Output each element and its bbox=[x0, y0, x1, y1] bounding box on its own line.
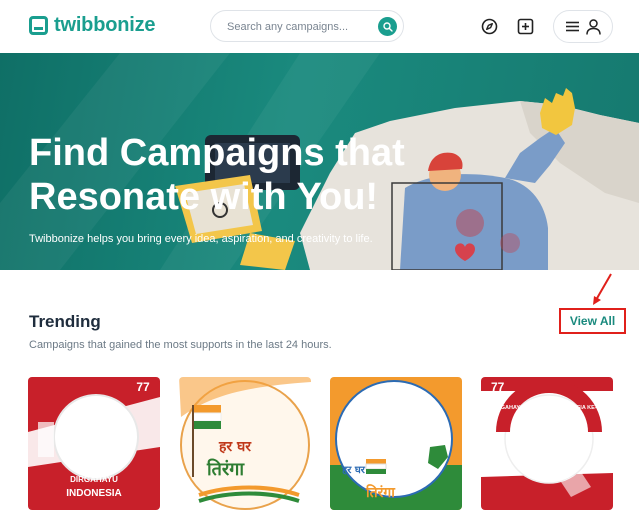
campaign-card[interactable]: हर घर तिरंगा bbox=[179, 377, 311, 510]
trending-subtitle: Campaigns that gained the most supports … bbox=[29, 339, 332, 351]
card-badge: 77 bbox=[491, 380, 505, 394]
search-button[interactable] bbox=[378, 17, 397, 36]
card-label: तिरंगा bbox=[365, 484, 396, 501]
user-icon bbox=[585, 18, 601, 35]
hero-banner: Find Campaigns that Resonate with You! T… bbox=[0, 53, 639, 270]
annotation-arrow bbox=[593, 273, 612, 305]
search-input[interactable] bbox=[227, 18, 367, 36]
logo[interactable]: twibbonize bbox=[29, 14, 156, 37]
hero-title-line-2: Resonate with You! bbox=[29, 176, 379, 218]
card-badge: 77 bbox=[136, 380, 150, 394]
account-menu-button[interactable] bbox=[553, 10, 613, 43]
logo-icon bbox=[29, 16, 48, 35]
card-label: DIRGAHAYU REPUBLIK INDONESIA KE-77 bbox=[491, 405, 602, 411]
view-all-link[interactable]: View All bbox=[559, 308, 626, 334]
campaign-thumbnail: 77 DIRGAHAYU INDONESIA bbox=[28, 377, 160, 510]
campaign-card[interactable]: हर घर तिरंगा bbox=[330, 377, 462, 510]
campaign-thumbnail: हर घर तिरंगा bbox=[179, 377, 311, 510]
campaign-thumbnail: हर घर तिरंगा bbox=[330, 377, 462, 510]
logo-text: twibbonize bbox=[54, 14, 156, 36]
hero-title: Find Campaigns that Resonate with You! bbox=[29, 131, 405, 219]
campaign-thumbnail: 77 DIRGAHAYU REPUBLIK INDONESIA KE-77 bbox=[481, 377, 613, 510]
hamburger-icon bbox=[565, 21, 579, 32]
card-label: तिरंगा bbox=[206, 458, 245, 480]
search-bar bbox=[210, 10, 404, 42]
campaign-card[interactable]: 77 DIRGAHAYU REPUBLIK INDONESIA KE-77 bbox=[481, 377, 613, 510]
card-label: INDONESIA bbox=[66, 488, 122, 499]
compass-icon bbox=[481, 18, 497, 34]
card-label: हर घर bbox=[341, 465, 366, 476]
hero-title-line-1: Find Campaigns that bbox=[29, 132, 405, 174]
search-icon bbox=[382, 21, 393, 32]
top-header: twibbonize bbox=[0, 0, 639, 53]
card-label: हर घर bbox=[218, 439, 252, 455]
create-campaign-button[interactable] bbox=[515, 16, 535, 36]
trending-title: Trending bbox=[29, 312, 101, 331]
card-label: DIRGAHAYU bbox=[70, 475, 118, 484]
hero-subtitle: Twibbonize helps you bring every idea, a… bbox=[29, 233, 373, 245]
explore-button[interactable] bbox=[479, 16, 499, 36]
campaign-card[interactable]: 77 DIRGAHAYU INDONESIA bbox=[28, 377, 160, 510]
plus-square-icon bbox=[517, 18, 533, 34]
